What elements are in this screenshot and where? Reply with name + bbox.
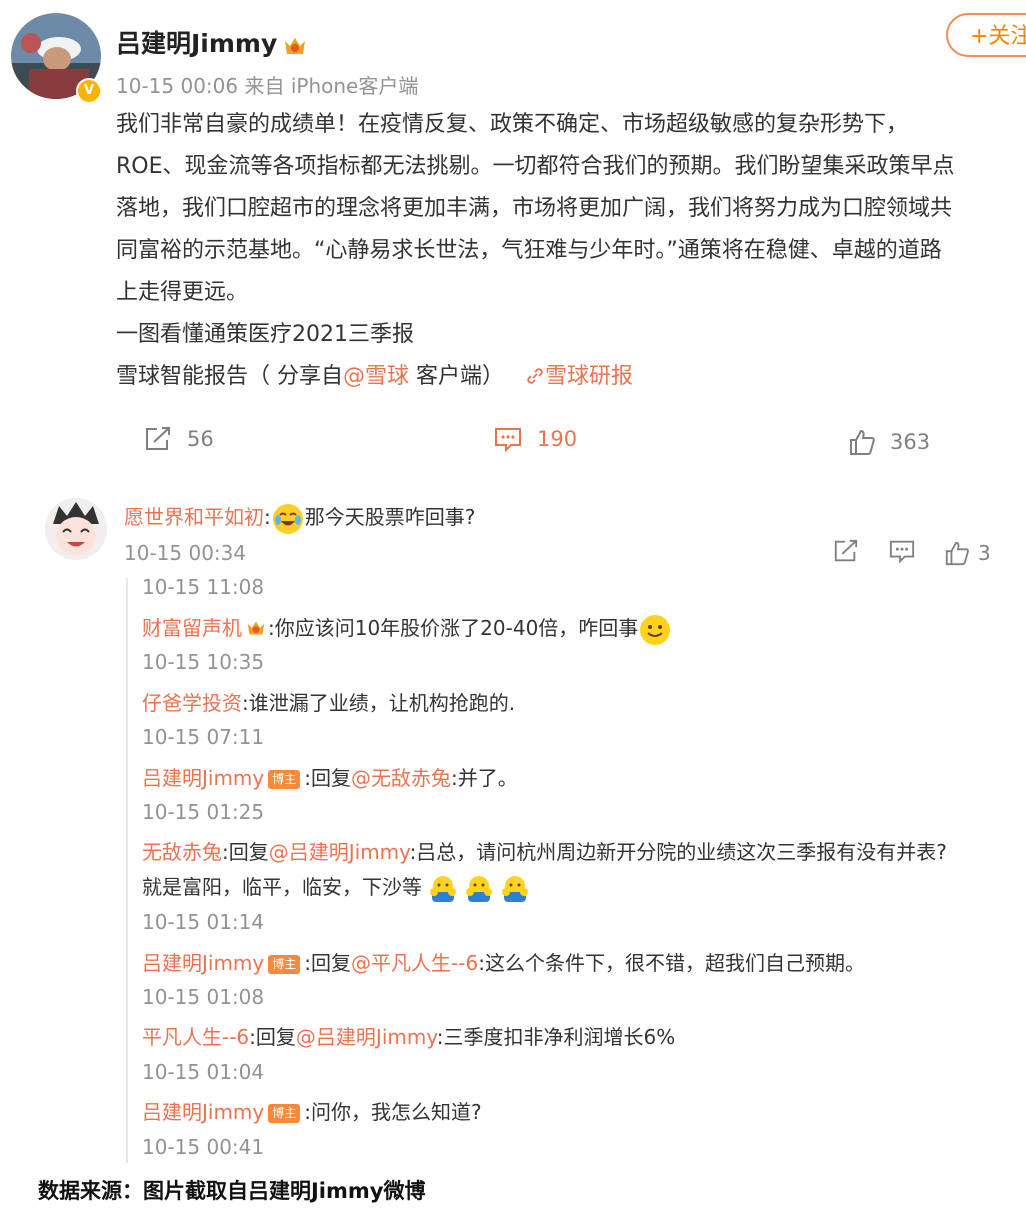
reply-item: 平凡人生--6:回复@吕建明Jimmy:三季度扣非净利润增长6%: [142, 1021, 675, 1050]
reply-item: 无敌赤兔:回复@吕建明Jimmy:吕总，请问杭州周边新开分院的业绩这次三季报有没…: [142, 836, 947, 865]
reply-user[interactable]: 平凡人生--6: [142, 1025, 249, 1049]
reply-text: :这么个条件下，很不错，超我们自己预期。: [478, 951, 865, 975]
comment-text: 那今天股票咋回事?: [304, 505, 476, 529]
comment-reply-button[interactable]: [888, 538, 916, 568]
reply-prefix: :回复: [249, 1025, 296, 1049]
author-badge: 博主: [268, 955, 301, 974]
follow-button[interactable]: +关注: [946, 13, 1026, 57]
post-text-line: ROE、现金流等各项指标都无法挑剔。一切都符合我们的预期。我们盼望集采政策早点: [116, 154, 955, 179]
reply-text: :你应该问10年股价涨了20-40倍，咋回事: [268, 616, 639, 640]
share-prefix: 雪球智能报告（ 分享自: [116, 364, 343, 389]
reply-time: 10-15 11:08: [142, 578, 265, 599]
crown-vip-icon: [246, 618, 266, 642]
reply-continuation: 就是富阳，临平，临安，下沙等: [142, 871, 530, 904]
post-text-line: 一图看懂通策医疗2021三季报: [116, 322, 414, 347]
reply-item: 吕建明Jimmy 博主:问你，我怎么知道?: [142, 1096, 482, 1125]
hug-emoji-icon: [428, 874, 458, 904]
reply-prefix: :回复: [304, 766, 352, 790]
laugh-cry-emoji-icon: [272, 503, 303, 534]
reply-mention[interactable]: @平凡人生--6: [351, 951, 478, 975]
comment-repost-button[interactable]: [832, 538, 860, 568]
reply-mention[interactable]: @无敌赤兔: [351, 766, 451, 790]
reply-user[interactable]: 吕建明Jimmy: [142, 766, 264, 790]
thumbs-up-icon: [945, 541, 969, 566]
post-text-line: 上走得更远。: [116, 280, 249, 305]
reply-item: 吕建明Jimmy 博主:回复@平凡人生--6:这么个条件下，很不错，超我们自己预期…: [142, 947, 865, 976]
reply-time: 10-15 01:14: [142, 910, 265, 934]
hug-emoji-icon: [500, 874, 530, 904]
reply-time: 10-15 10:35: [142, 650, 265, 674]
author-badge: 博主: [268, 770, 301, 789]
reply-user[interactable]: 吕建明Jimmy: [142, 1100, 264, 1124]
colon-separator: :: [264, 505, 271, 529]
comment-like-button[interactable]: 3: [944, 540, 991, 566]
reply-user[interactable]: 财富留声机: [142, 616, 242, 640]
repost-icon: [834, 539, 858, 562]
report-link-label[interactable]: 雪球研报: [545, 364, 633, 389]
repost-icon: [146, 427, 170, 450]
reply-item: 吕建明Jimmy 博主:回复@无敌赤兔:并了。: [142, 762, 518, 791]
reply-user[interactable]: 仔爸学投资: [142, 691, 242, 715]
commenter-name[interactable]: 愿世界和平如初: [124, 505, 264, 529]
reply-text: :三季度扣非净利润增长6%: [436, 1025, 676, 1049]
thumbs-up-icon: [850, 429, 875, 455]
share-suffix: 客户端）: [409, 364, 505, 389]
repost-button[interactable]: 56: [143, 425, 214, 453]
comment-like-count: 3: [978, 541, 991, 565]
crown-vip-icon: [283, 34, 307, 56]
reply-time: 10-15 01:04: [142, 1060, 265, 1084]
reply-text: :吕总，请问杭州周边新开分院的业绩这次三季报有没有并表?: [409, 840, 947, 864]
reply-time: 10-15 07:11: [142, 725, 265, 749]
report-link[interactable]: 雪球研报: [525, 364, 633, 389]
reply-text: :问你，我怎么知道?: [304, 1100, 482, 1124]
reply-time: 10-15 01:08: [142, 985, 265, 1009]
reply-thread[interactable]: 10-15 11:08 财富留声机:你应该问10年股价涨了20-40倍，咋回事 …: [126, 578, 1026, 1163]
reply-user[interactable]: 无敌赤兔: [142, 840, 222, 864]
reply-text: 就是富阳，临平，临安，下沙等: [142, 875, 422, 899]
commenter-avatar[interactable]: [45, 498, 107, 560]
reply-prefix: :回复: [304, 951, 352, 975]
share-mention-link[interactable]: @雪球: [343, 364, 409, 389]
like-button[interactable]: 363: [848, 428, 930, 456]
comment-line: 愿世界和平如初: 那今天股票咋回事?: [124, 501, 475, 534]
data-source-caption: 数据来源：图片截取自吕建明Jimmy微博: [38, 1179, 426, 1203]
comment-count: 190: [537, 427, 578, 451]
comment-time: 10-15 00:34: [124, 541, 247, 565]
reply-item: 财富留声机 :你应该问10年股价涨了20-40倍，咋回事: [142, 612, 671, 645]
reply-time: 10-15 00:41: [142, 1135, 265, 1159]
reply-item: 仔爸学投资:谁泄漏了业绩，让机构抢跑的.: [142, 687, 515, 716]
like-count: 363: [890, 430, 931, 454]
author-badge: 博主: [268, 1104, 301, 1123]
comment-button[interactable]: 190: [493, 425, 577, 453]
share-line: 雪球智能报告（ 分享自@雪球 客户端） 雪球研报: [116, 358, 1026, 390]
reply-text: :谁泄漏了业绩，让机构抢跑的.: [242, 691, 516, 715]
post-text-line: 我们非常自豪的成绩单！在疫情反复、政策不确定、市场超级敏感的复杂形势下，: [116, 112, 909, 137]
post-meta: 10-15 00:06 来自 iPhone客户端: [116, 74, 419, 98]
reply-mention[interactable]: @吕建明Jimmy: [296, 1025, 437, 1049]
comment-icon: [889, 540, 915, 564]
author-name-text[interactable]: 吕建明Jimmy: [116, 29, 277, 58]
comment-icon: [495, 428, 521, 453]
reply-text: :并了。: [451, 766, 518, 790]
hug-emoji-icon: [464, 874, 494, 904]
smile-emoji-icon: [640, 614, 671, 645]
link-icon: [527, 368, 543, 384]
reply-mention[interactable]: @吕建明Jimmy: [269, 840, 410, 864]
post-text-line: 同富裕的示范基地。“心静易求长世法，气狂难与少年时。”通策将在稳健、卓越的道路: [116, 238, 942, 263]
repost-count: 56: [187, 427, 214, 451]
reply-time: 10-15 01:25: [142, 800, 265, 824]
post-text-line: 落地，我们口腔超市的理念将更加丰满，市场将更加广阔，我们将努力成为口腔领域共: [116, 196, 953, 221]
author-name[interactable]: 吕建明Jimmy: [116, 24, 307, 60]
verified-badge-icon: V: [76, 78, 102, 104]
reply-user[interactable]: 吕建明Jimmy: [142, 951, 264, 975]
reply-prefix: :回复: [222, 840, 269, 864]
